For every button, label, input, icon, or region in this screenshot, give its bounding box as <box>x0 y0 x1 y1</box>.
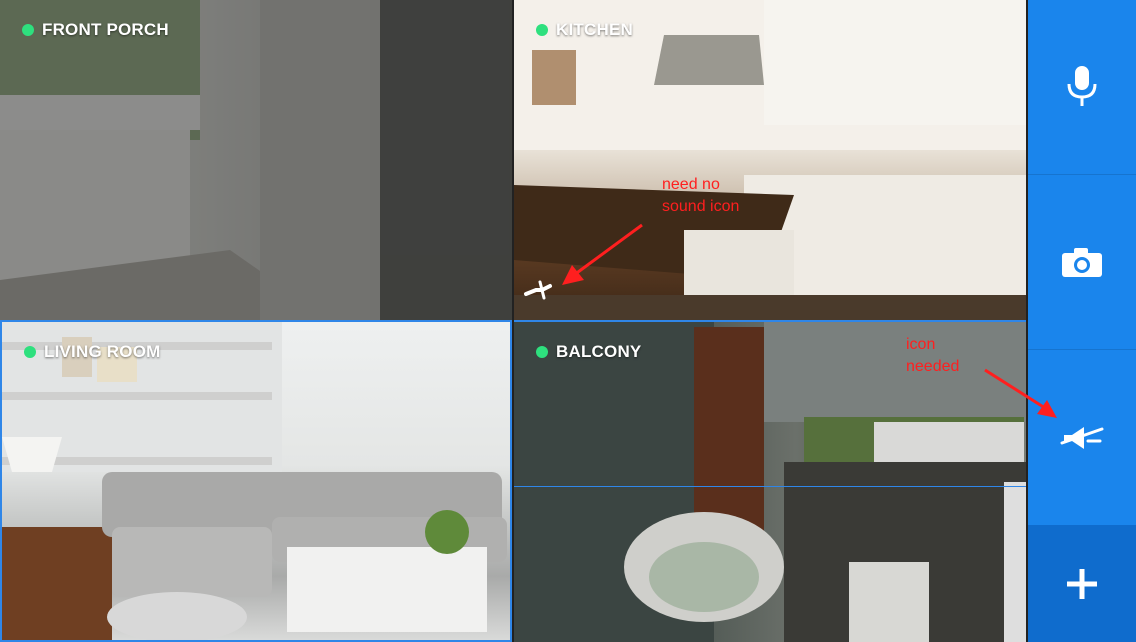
live-status-dot <box>24 346 36 358</box>
camera-feed-kitchen[interactable]: KITCHEN need no sound icon <box>514 0 1026 320</box>
live-status-dot <box>536 346 548 358</box>
feed-label: BALCONY <box>536 342 641 362</box>
feed-title: LIVING ROOM <box>44 342 161 361</box>
camera-feed-living-room[interactable]: LIVING ROOM <box>0 320 512 642</box>
camera-icon <box>1062 248 1102 277</box>
live-status-dot <box>22 24 34 36</box>
grid-divider <box>514 486 1026 487</box>
annotation-arrow <box>562 223 643 285</box>
camera-feed-balcony[interactable]: BALCONY icon needed <box>514 320 1026 642</box>
feed-title: FRONT PORCH <box>42 20 169 39</box>
microphone-icon <box>1067 66 1097 106</box>
feed-title: BALCONY <box>556 342 642 361</box>
plus-icon <box>1067 568 1097 599</box>
camera-feed-front-porch[interactable]: FRONT PORCH <box>0 0 512 320</box>
camera-feed-image <box>2 322 510 640</box>
control-panel <box>1028 0 1136 642</box>
microphone-button[interactable] <box>1028 0 1136 175</box>
live-status-dot <box>536 24 548 36</box>
snapshot-button[interactable] <box>1028 175 1136 350</box>
feed-title: KITCHEN <box>556 20 633 39</box>
add-button[interactable] <box>1028 525 1136 642</box>
feed-label: KITCHEN <box>536 20 633 40</box>
annotation-arrow <box>984 368 1057 418</box>
annotation-note: need no sound icon <box>662 176 740 215</box>
feed-label: LIVING ROOM <box>24 342 160 362</box>
annotation-note: icon needed <box>906 336 960 375</box>
camera-feed-image <box>0 0 512 320</box>
feed-label: FRONT PORCH <box>22 20 169 40</box>
